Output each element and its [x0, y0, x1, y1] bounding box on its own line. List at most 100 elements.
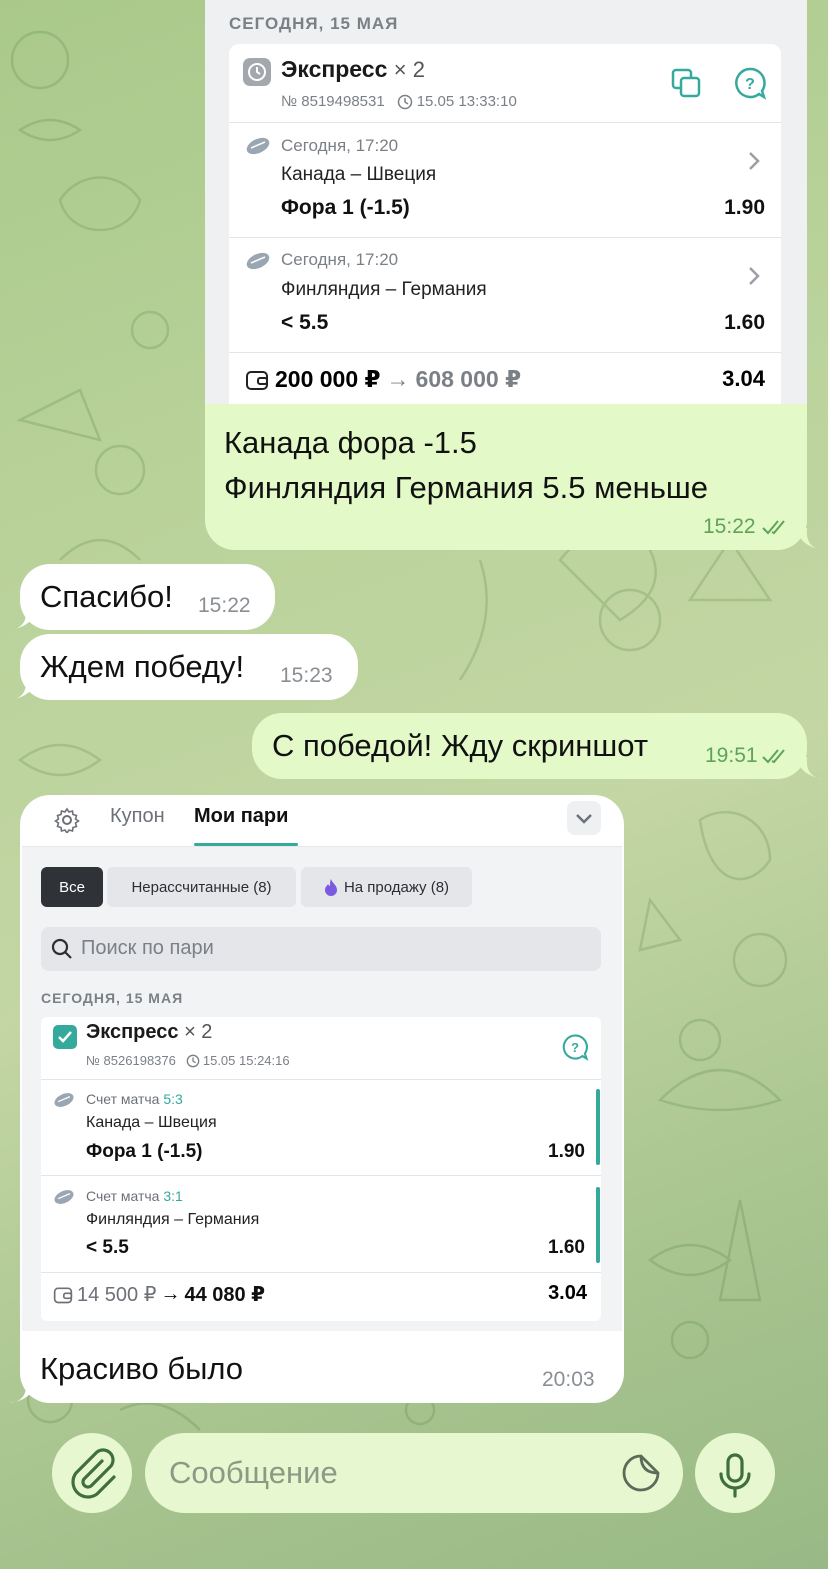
match-time: Сегодня, 17:20 [281, 250, 399, 269]
bet-title: Экспресс × 2 [86, 1021, 212, 1044]
bet-timestamp-wrap: 15.05 13:33:10 [397, 93, 517, 110]
total-odd: 3.04 [548, 1282, 587, 1304]
message-time: 20:03 [542, 1368, 595, 1391]
tab-coupon[interactable]: Купон [110, 805, 165, 828]
bubble-tail [10, 608, 36, 630]
tab-my-bets[interactable]: Мои пари [194, 805, 288, 828]
hockey-puck-icon [246, 252, 270, 270]
chevron-down-icon [576, 814, 592, 824]
match-teams: Канада – Швеция [281, 164, 437, 185]
wallet-icon [246, 370, 268, 390]
filter-for-sale[interactable]: На продажу (8) [301, 867, 472, 907]
message-text-line: Канада фора -1.5 [224, 425, 477, 460]
clock-icon [397, 94, 412, 109]
sticker-icon[interactable] [621, 1453, 661, 1493]
clock-icon [243, 58, 271, 86]
filter-for-sale-label: На продажу (8) [343, 878, 450, 896]
bet-multiplier: × 2 [184, 1021, 213, 1043]
read-ticks-icon [762, 749, 785, 764]
fire-icon [324, 879, 337, 896]
bet-timestamp-wrap: 15.05 15:24:16 [186, 1053, 290, 1068]
help-icon[interactable]: ? [733, 66, 767, 100]
bubble-tail [797, 757, 823, 779]
active-tab-indicator [194, 843, 298, 846]
my-bets-screenshot[interactable]: Купон Мои пари Все Нерассчитанные (8) На… [22, 797, 622, 1331]
message-time: 15:22 [198, 594, 251, 617]
divider [41, 1175, 601, 1176]
divider [41, 1272, 601, 1273]
bet-odd: 1.90 [548, 1141, 585, 1162]
score-label: Счет матча [86, 1188, 160, 1204]
attach-button[interactable] [52, 1433, 132, 1513]
bet-summary: 14 500 ₽ → 44 080 ₽ [53, 1282, 265, 1307]
bubble-tail [797, 528, 823, 550]
total-odd: 3.04 [722, 366, 765, 391]
bet-selection: Фора 1 (-1.5) [281, 196, 410, 219]
win-indicator [596, 1187, 600, 1263]
bet-type: Экспресс [281, 56, 388, 82]
arrow: → [160, 1283, 181, 1305]
win-indicator [596, 1089, 600, 1165]
bet-type: Экспресс [86, 1021, 179, 1043]
bet-meta: № 8519498531 15.05 13:33:10 [281, 93, 517, 110]
hockey-puck-icon [54, 1190, 74, 1204]
collapse-button[interactable] [567, 801, 601, 835]
bet-coupon-screenshot[interactable]: СЕГОДНЯ, 15 МАЯ Экспресс × 2 № 851949853… [205, 0, 807, 404]
message-time: 19:51 [705, 744, 758, 767]
match-time: Сегодня, 17:20 [281, 136, 399, 155]
message-time: 15:22 [703, 515, 756, 538]
date-header: СЕГОДНЯ, 15 МАЯ [229, 14, 399, 33]
chevron-right-icon[interactable] [747, 150, 761, 172]
search-placeholder: Поиск по пари [81, 937, 214, 959]
bet-odd: 1.90 [724, 196, 765, 219]
date-header: СЕГОДНЯ, 15 МАЯ [41, 990, 184, 1006]
hockey-puck-icon [54, 1093, 74, 1107]
bet-multiplier: × 2 [393, 57, 425, 82]
bet-meta: № 8526198376 15.05 15:24:16 [86, 1053, 290, 1068]
copy-icon[interactable] [669, 66, 703, 100]
match-teams: Финляндия – Германия [86, 1211, 260, 1228]
mic-icon [719, 1453, 751, 1498]
read-ticks-icon [762, 520, 785, 535]
message-text: Красиво было [40, 1351, 244, 1386]
bet-title: Экспресс × 2 [281, 56, 425, 83]
chevron-right-icon[interactable] [747, 265, 761, 287]
bet-selection: < 5.5 [86, 1237, 129, 1258]
bet-number: № 8526198376 [86, 1053, 176, 1068]
bet-timestamp: 15.05 13:33:10 [416, 93, 517, 110]
payout-amount: 44 080 ₽ [184, 1284, 266, 1306]
bet-number: № 8519498531 [281, 93, 385, 110]
bets-tab-bar: Купон Мои пари [22, 797, 622, 847]
search-input[interactable]: Поиск по пари [41, 927, 601, 971]
bet-timestamp: 15.05 15:24:16 [202, 1053, 290, 1068]
bubble-tail [10, 1381, 36, 1403]
message-text-line: Финляндия Германия 5.5 меньше [224, 470, 709, 505]
stake-amount: 200 000 ₽ [275, 366, 381, 392]
express-bet-card[interactable]: Экспресс × 2 № 8526198376 15.05 15:24:16… [41, 1017, 601, 1321]
arrow: → [386, 366, 410, 392]
help-icon[interactable]: ? [561, 1033, 589, 1061]
my-bets-content: Все Нерассчитанные (8) На продажу (8) По… [22, 847, 622, 1331]
message-placeholder: Сообщение [169, 1455, 338, 1490]
bet-odd: 1.60 [548, 1237, 585, 1258]
hockey-puck-icon [246, 137, 270, 155]
message-text: Ждем победу! [40, 649, 245, 684]
voice-record-button[interactable] [695, 1433, 775, 1513]
score-value: 5:3 [163, 1091, 183, 1107]
bubble-tail [10, 678, 36, 700]
express-bet-card: Экспресс × 2 № 8519498531 15.05 13:33:10… [229, 44, 781, 404]
filter-all[interactable]: Все [41, 867, 103, 907]
divider [229, 237, 781, 238]
message-input[interactable]: Сообщение [145, 1433, 683, 1513]
payout-amount: 608 000 ₽ [415, 366, 522, 392]
filter-unsettled[interactable]: Нерассчитанные (8) [107, 867, 296, 907]
bet-odd: 1.60 [724, 311, 765, 334]
gear-icon[interactable] [54, 807, 80, 833]
attach-icon [71, 1448, 116, 1499]
match-score: Счет матча 3:1 [86, 1188, 183, 1204]
stake-amount: 14 500 ₽ [77, 1284, 157, 1306]
match-score: Счет матча 5:3 [86, 1091, 183, 1107]
bet-selection: < 5.5 [281, 311, 329, 334]
check-icon [53, 1025, 77, 1049]
svg-text:?: ? [571, 1040, 579, 1055]
